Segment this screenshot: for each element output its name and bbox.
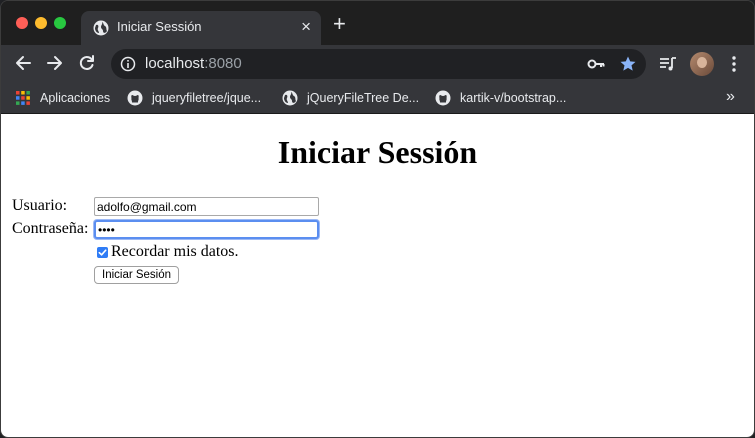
bookmarks-overflow-button[interactable]: » bbox=[726, 88, 735, 106]
url-host: localhost bbox=[145, 55, 205, 72]
tab-iniciar-session[interactable]: Iniciar Sessión × bbox=[81, 11, 321, 45]
bookmark-star-icon[interactable] bbox=[619, 55, 637, 73]
tab-close-icon[interactable]: × bbox=[301, 17, 311, 37]
bookmark-label: jqueryfiletree/jque... bbox=[152, 91, 262, 105]
bookmark-label: kartik-v/bootstrap... bbox=[460, 91, 567, 105]
window-maximize-button[interactable] bbox=[54, 17, 66, 29]
github-icon bbox=[127, 90, 143, 106]
bookmark-jqueryfiletree-demo[interactable]: jQueryFileTree De... bbox=[282, 87, 419, 109]
login-submit-button[interactable]: Iniciar Sesión bbox=[94, 266, 180, 284]
globe-icon bbox=[282, 90, 298, 106]
bookmark-jqueryfiletree-github[interactable]: jqueryfiletree/jque... bbox=[127, 87, 261, 109]
remember-label: Recordar mis datos. bbox=[111, 243, 239, 260]
tab-title: Iniciar Sessión bbox=[117, 19, 202, 34]
bookmark-label: Aplicaciones bbox=[40, 91, 111, 105]
github-icon bbox=[435, 90, 451, 106]
new-tab-button[interactable]: + bbox=[333, 13, 346, 35]
browser-toolbar: localhost:8080 bbox=[1, 45, 754, 83]
info-icon[interactable] bbox=[120, 56, 136, 72]
reload-icon[interactable] bbox=[77, 53, 97, 73]
tab-strip: Iniciar Sessión × + bbox=[1, 1, 754, 45]
address-bar[interactable]: localhost:8080 bbox=[111, 49, 646, 79]
browser-window: Iniciar Sessión × + localhost:8080 Aplic… bbox=[0, 0, 755, 438]
page-title: Iniciar Sessión bbox=[277, 134, 478, 170]
password-input[interactable] bbox=[94, 220, 319, 239]
remember-checkbox[interactable] bbox=[97, 246, 108, 258]
bookmark-apps[interactable]: Aplicaciones bbox=[15, 87, 110, 109]
password-label: Contraseña: bbox=[12, 220, 89, 237]
kebab-menu-icon[interactable] bbox=[728, 55, 740, 73]
forward-arrow-icon[interactable] bbox=[45, 53, 65, 73]
checkmark-icon bbox=[98, 248, 107, 256]
reading-list-icon[interactable] bbox=[659, 56, 677, 72]
page-content: Iniciar Sessión Usuario: Contraseña: Rec… bbox=[1, 114, 754, 437]
username-input[interactable] bbox=[94, 197, 319, 216]
window-minimize-button[interactable] bbox=[35, 17, 47, 29]
key-icon[interactable] bbox=[587, 56, 605, 72]
back-arrow-icon[interactable] bbox=[13, 53, 33, 73]
apps-grid-icon bbox=[16, 91, 30, 105]
remember-row: Recordar mis datos. bbox=[97, 243, 239, 261]
globe-icon bbox=[93, 20, 109, 36]
bookmarks-bar: Aplicaciones jqueryfiletree/jque... jQue… bbox=[1, 83, 754, 114]
url-port: :8080 bbox=[204, 55, 242, 72]
username-label: Usuario: bbox=[12, 197, 68, 214]
bookmark-kartik-bootstrap[interactable]: kartik-v/bootstrap... bbox=[435, 87, 566, 109]
url-text: localhost:8080 bbox=[145, 55, 242, 72]
window-close-button[interactable] bbox=[16, 17, 28, 29]
bookmark-label: jQueryFileTree De... bbox=[307, 91, 420, 105]
profile-avatar[interactable] bbox=[690, 52, 714, 76]
